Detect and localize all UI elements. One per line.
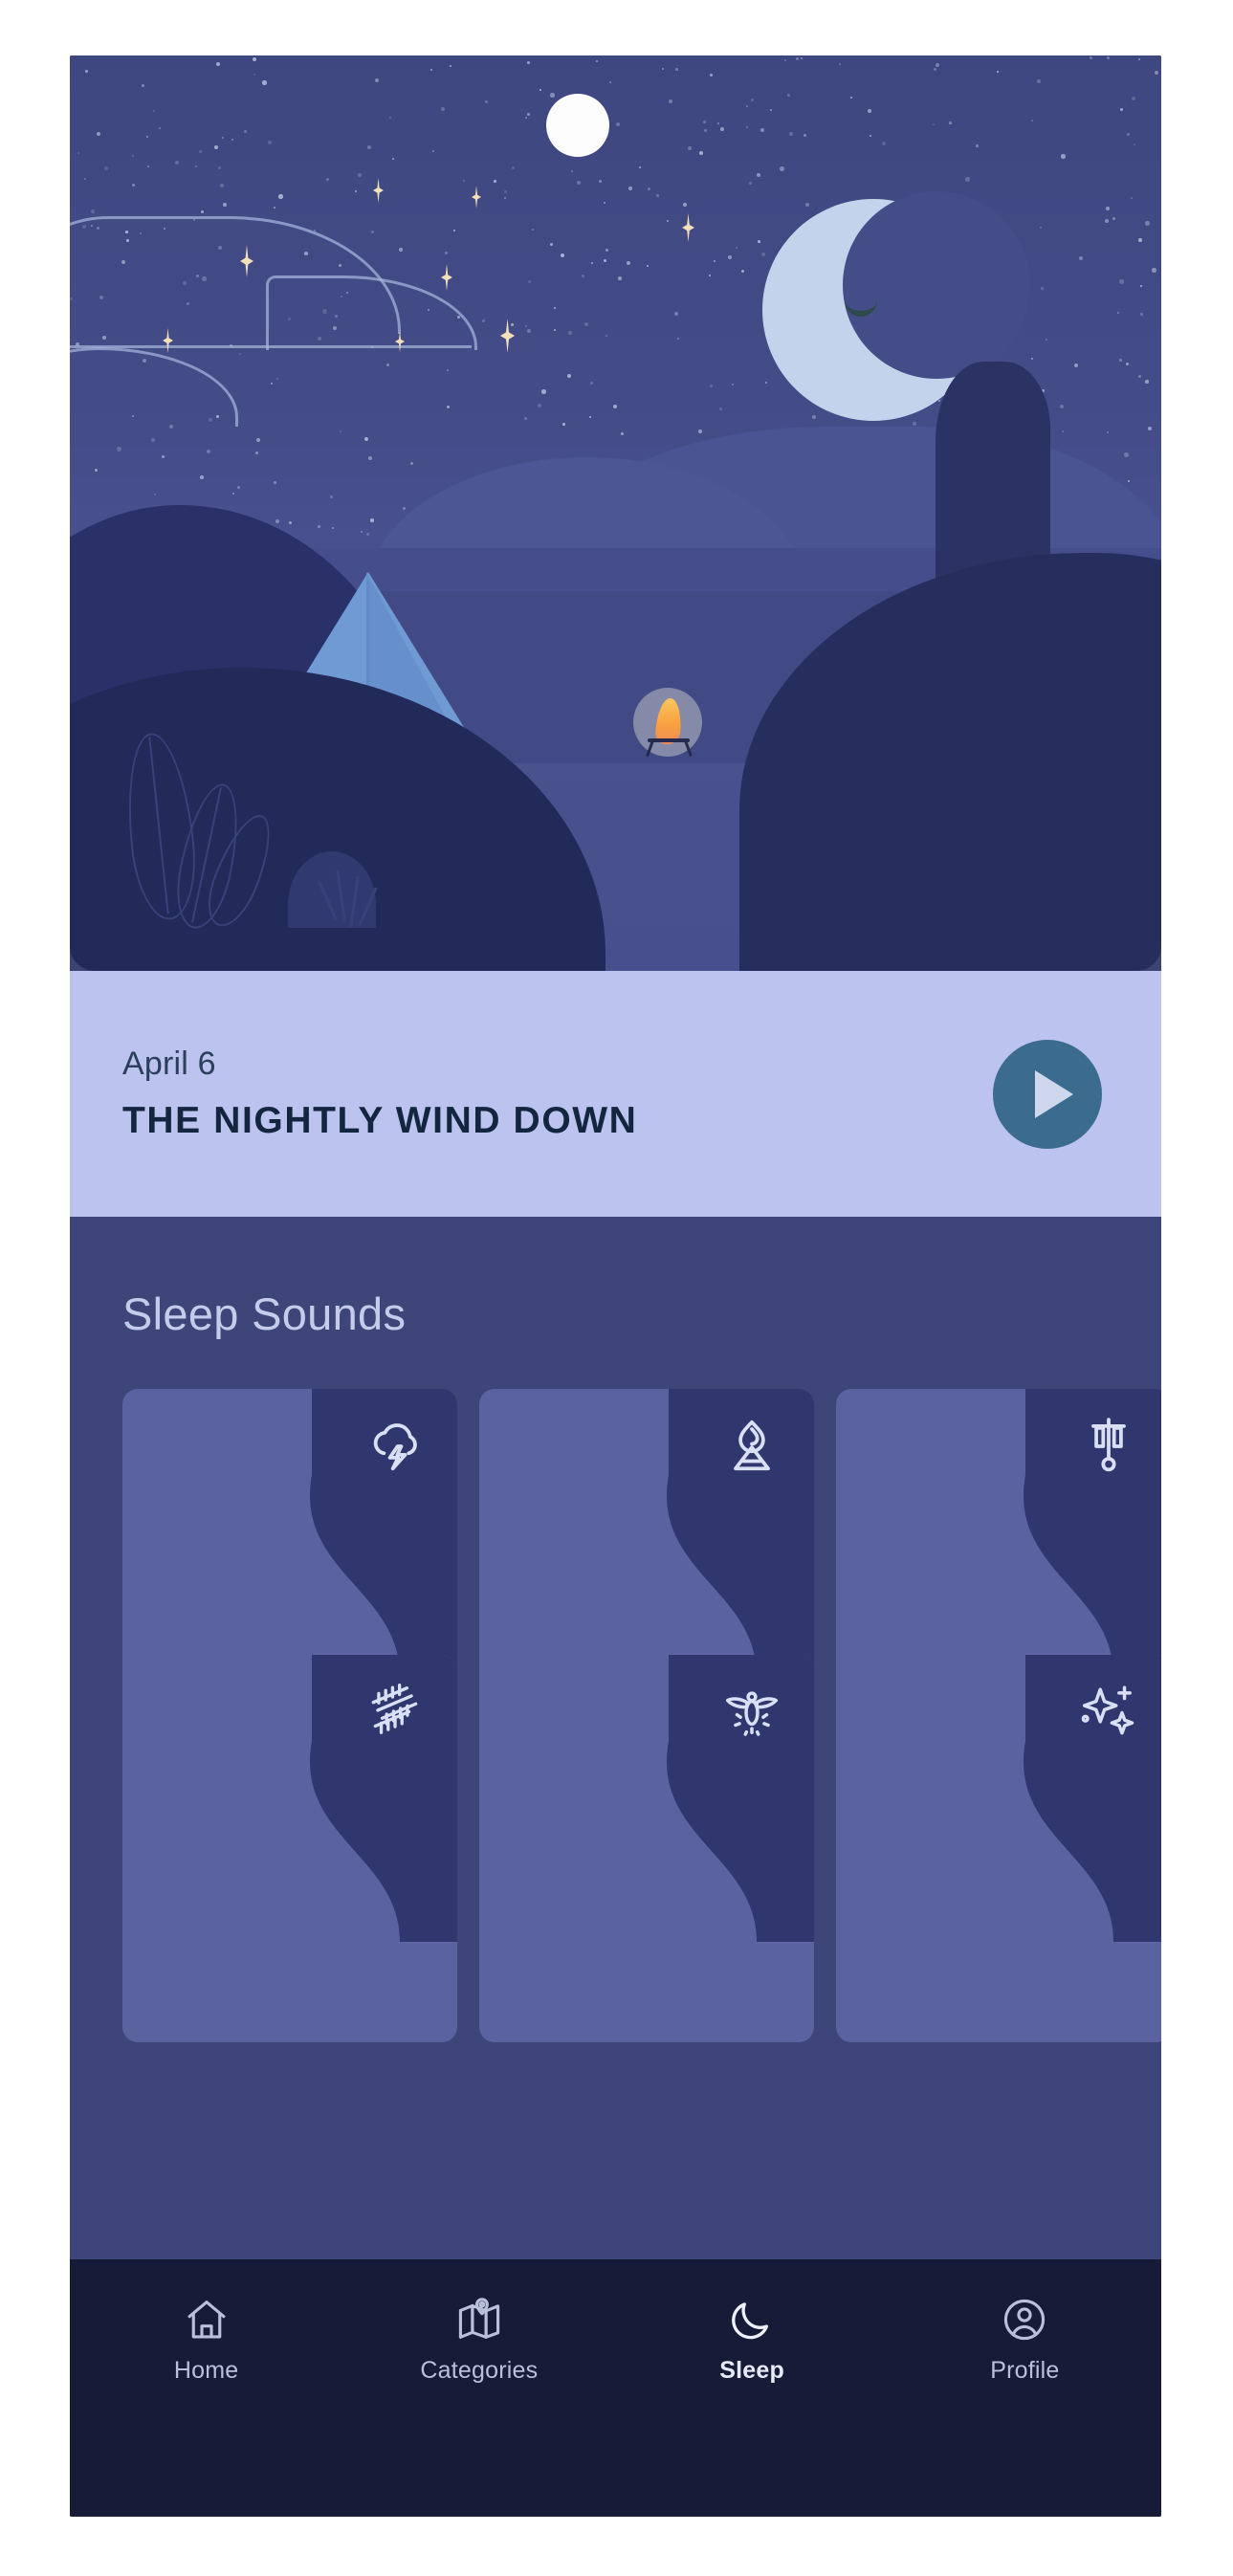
play-button[interactable] (993, 1039, 1102, 1149)
nav-item-label: Sleep (719, 2357, 784, 2384)
episode-date: April 6 (122, 1046, 216, 1082)
nav-item-categories[interactable]: Categories (342, 2296, 615, 2385)
sleep-sounds-section: Sleep Sounds Cold Front ThunderstormCamp… (70, 1217, 1161, 2317)
campfire-icon (722, 1416, 782, 1475)
play-icon (1034, 1069, 1073, 1118)
profile-icon (1001, 2296, 1048, 2344)
featured-episode-banner[interactable]: April 6 THE NIGHTLY WIND DOWN (70, 971, 1161, 1217)
full-moon-icon (546, 94, 609, 157)
nav-item-label: Categories (420, 2357, 539, 2384)
sound-card[interactable] (122, 1655, 457, 2042)
rain-icon (365, 1682, 425, 1741)
sparkles-icon (1079, 1682, 1138, 1741)
map-icon (455, 2296, 503, 2344)
wind-chimes-icon (1079, 1416, 1138, 1475)
episode-title: THE NIGHTLY WIND DOWN (122, 1100, 638, 1141)
hero-illustration (70, 55, 1161, 971)
sound-card[interactable] (836, 1655, 1161, 2042)
nav-item-label: Home (173, 2357, 239, 2384)
nav-item-label: Profile (990, 2357, 1060, 2384)
phone-screen: April 6 THE NIGHTLY WIND DOWN Sleep Soun… (70, 55, 1161, 2517)
thunderstorm-icon (365, 1416, 425, 1475)
sound-card-row[interactable] (122, 1655, 1161, 2042)
section-title: Sleep Sounds (122, 1288, 407, 1339)
nav-item-profile[interactable]: Profile (889, 2296, 1161, 2385)
banner-text-block: April 6 THE NIGHTLY WIND DOWN (122, 1046, 993, 1142)
nav-item-home[interactable]: Home (70, 2296, 342, 2385)
firefly-icon (722, 1682, 782, 1741)
card-accent-shape (613, 1389, 814, 1676)
card-accent-shape (256, 1655, 457, 1942)
nav-item-sleep[interactable]: Sleep (616, 2296, 889, 2385)
home-icon (183, 2296, 231, 2344)
sound-card[interactable] (479, 1655, 814, 2042)
moon-icon (728, 2296, 776, 2344)
bottom-navigation[interactable]: Home Categories Sleep Profile (70, 2259, 1161, 2517)
cloud-baseline (70, 345, 472, 348)
card-accent-shape (256, 1389, 457, 1676)
card-accent-shape (613, 1655, 814, 1942)
